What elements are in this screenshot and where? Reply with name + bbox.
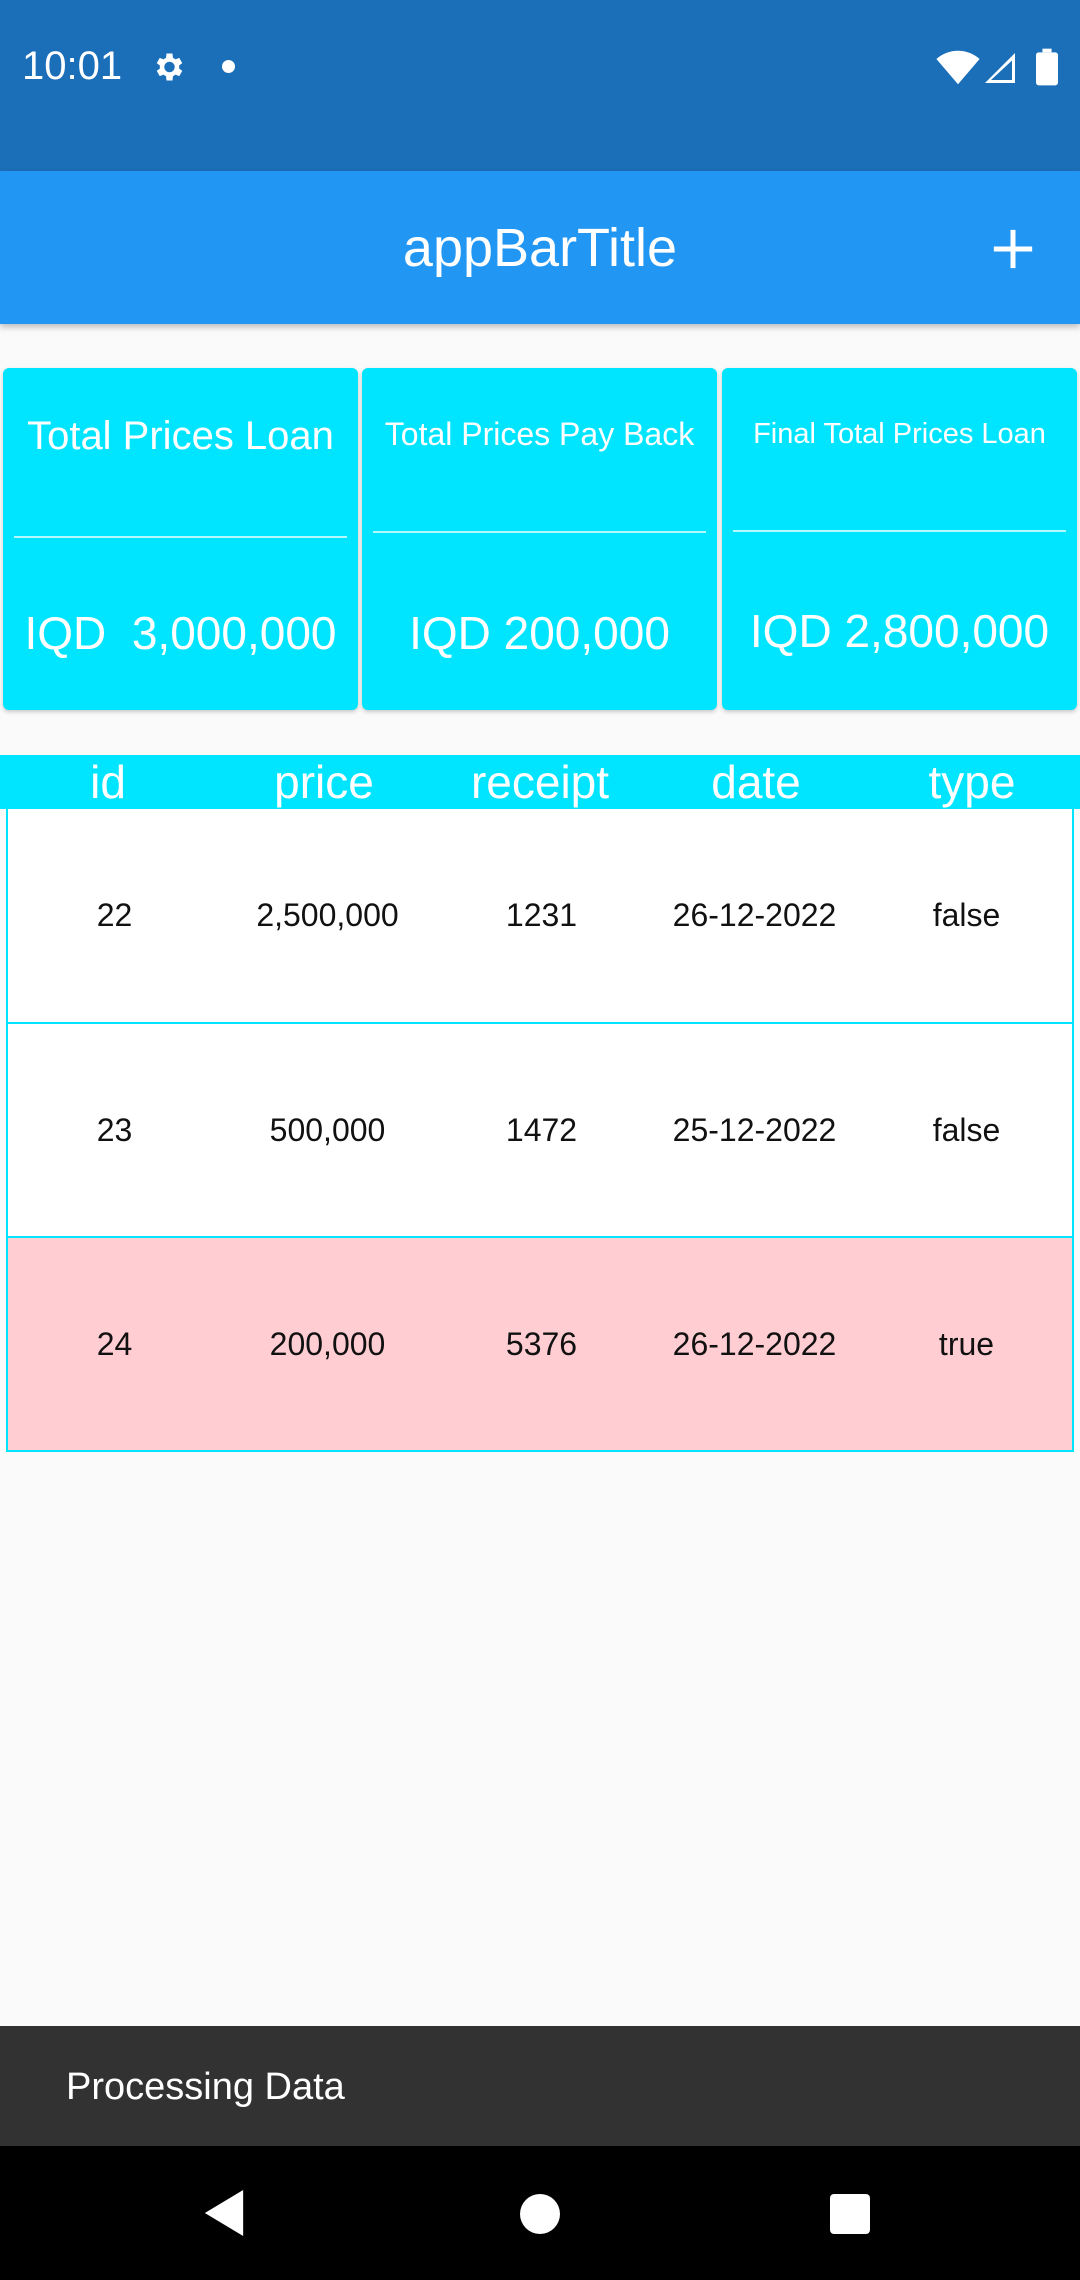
recents-icon[interactable]: [830, 2194, 870, 2234]
card-divider: [373, 531, 706, 533]
cell-receipt: 1472: [505, 1111, 578, 1148]
cell-receipt: 5376: [505, 1325, 578, 1362]
card-title: Total Prices Pay Back: [384, 416, 695, 452]
snackbar: Processing Data: [0, 2026, 1080, 2146]
summary-card-final-loan: Final Total Prices Loan IQD 2,800,000: [722, 368, 1077, 710]
cell-price: 200,000: [269, 1325, 386, 1362]
cell-date: 26-12-2022: [672, 1325, 837, 1362]
status-time: 10:01: [22, 44, 123, 88]
wifi-icon: [936, 50, 980, 85]
cell-date: 26-12-2022: [672, 897, 837, 933]
table-row[interactable]: 24 200,000 5376 26-12-2022 true: [8, 1236, 1072, 1450]
card-title: Final Total Prices Loan: [753, 418, 1046, 450]
summary-card-total-payback: Total Prices Pay Back IQD 200,000: [362, 368, 717, 710]
table-row[interactable]: 23 500,000 1472 25-12-2022 false: [8, 1022, 1072, 1236]
cell-type: false: [932, 1111, 1001, 1148]
column-header-id: id: [90, 756, 126, 808]
status-bar: 10:01: [0, 0, 1080, 171]
plus-icon[interactable]: [990, 226, 1036, 272]
cell-type: false: [932, 897, 1001, 933]
card-divider: [14, 536, 347, 538]
column-header-type: type: [928, 756, 1016, 808]
card-amount: IQD 200,000: [409, 607, 670, 659]
cell-receipt: 1231: [505, 897, 578, 933]
cell-price: 500,000: [269, 1111, 386, 1148]
page-title: appBarTitle: [402, 218, 678, 278]
card-amount: IQD 3,000,000: [24, 607, 337, 659]
table-row[interactable]: 22 2,500,000 1231 26-12-2022 false: [8, 809, 1072, 1022]
card-amount: IQD 2,800,000: [749, 605, 1050, 657]
gear-icon: [156, 53, 183, 81]
app-bar: appBarTitle: [0, 171, 1080, 324]
battery-icon: [1036, 48, 1058, 86]
cell-date: 25-12-2022: [672, 1111, 837, 1148]
table-header: id price receipt date type: [0, 755, 1080, 809]
column-header-date: date: [711, 756, 801, 808]
back-icon[interactable]: [204, 2190, 244, 2236]
cell-price: 2,500,000: [256, 897, 399, 933]
cell-id: 24: [96, 1325, 133, 1362]
system-nav-bar: [0, 2146, 1080, 2280]
data-table: 22 2,500,000 1231 26-12-2022 false 23 50…: [6, 809, 1074, 1452]
signal-icon: [985, 53, 1015, 83]
card-title: Total Prices Loan: [27, 414, 334, 458]
card-divider: [733, 530, 1066, 532]
dot-icon: [222, 60, 235, 73]
cell-id: 22: [96, 897, 133, 933]
home-icon[interactable]: [520, 2194, 560, 2234]
column-header-receipt: receipt: [470, 756, 610, 808]
summary-card-total-loan: Total Prices Loan IQD 3,000,000: [3, 368, 358, 710]
snackbar-message: Processing Data: [66, 2066, 345, 2108]
column-header-price: price: [274, 756, 374, 808]
cell-id: 23: [96, 1111, 133, 1148]
cell-type: true: [938, 1325, 995, 1362]
